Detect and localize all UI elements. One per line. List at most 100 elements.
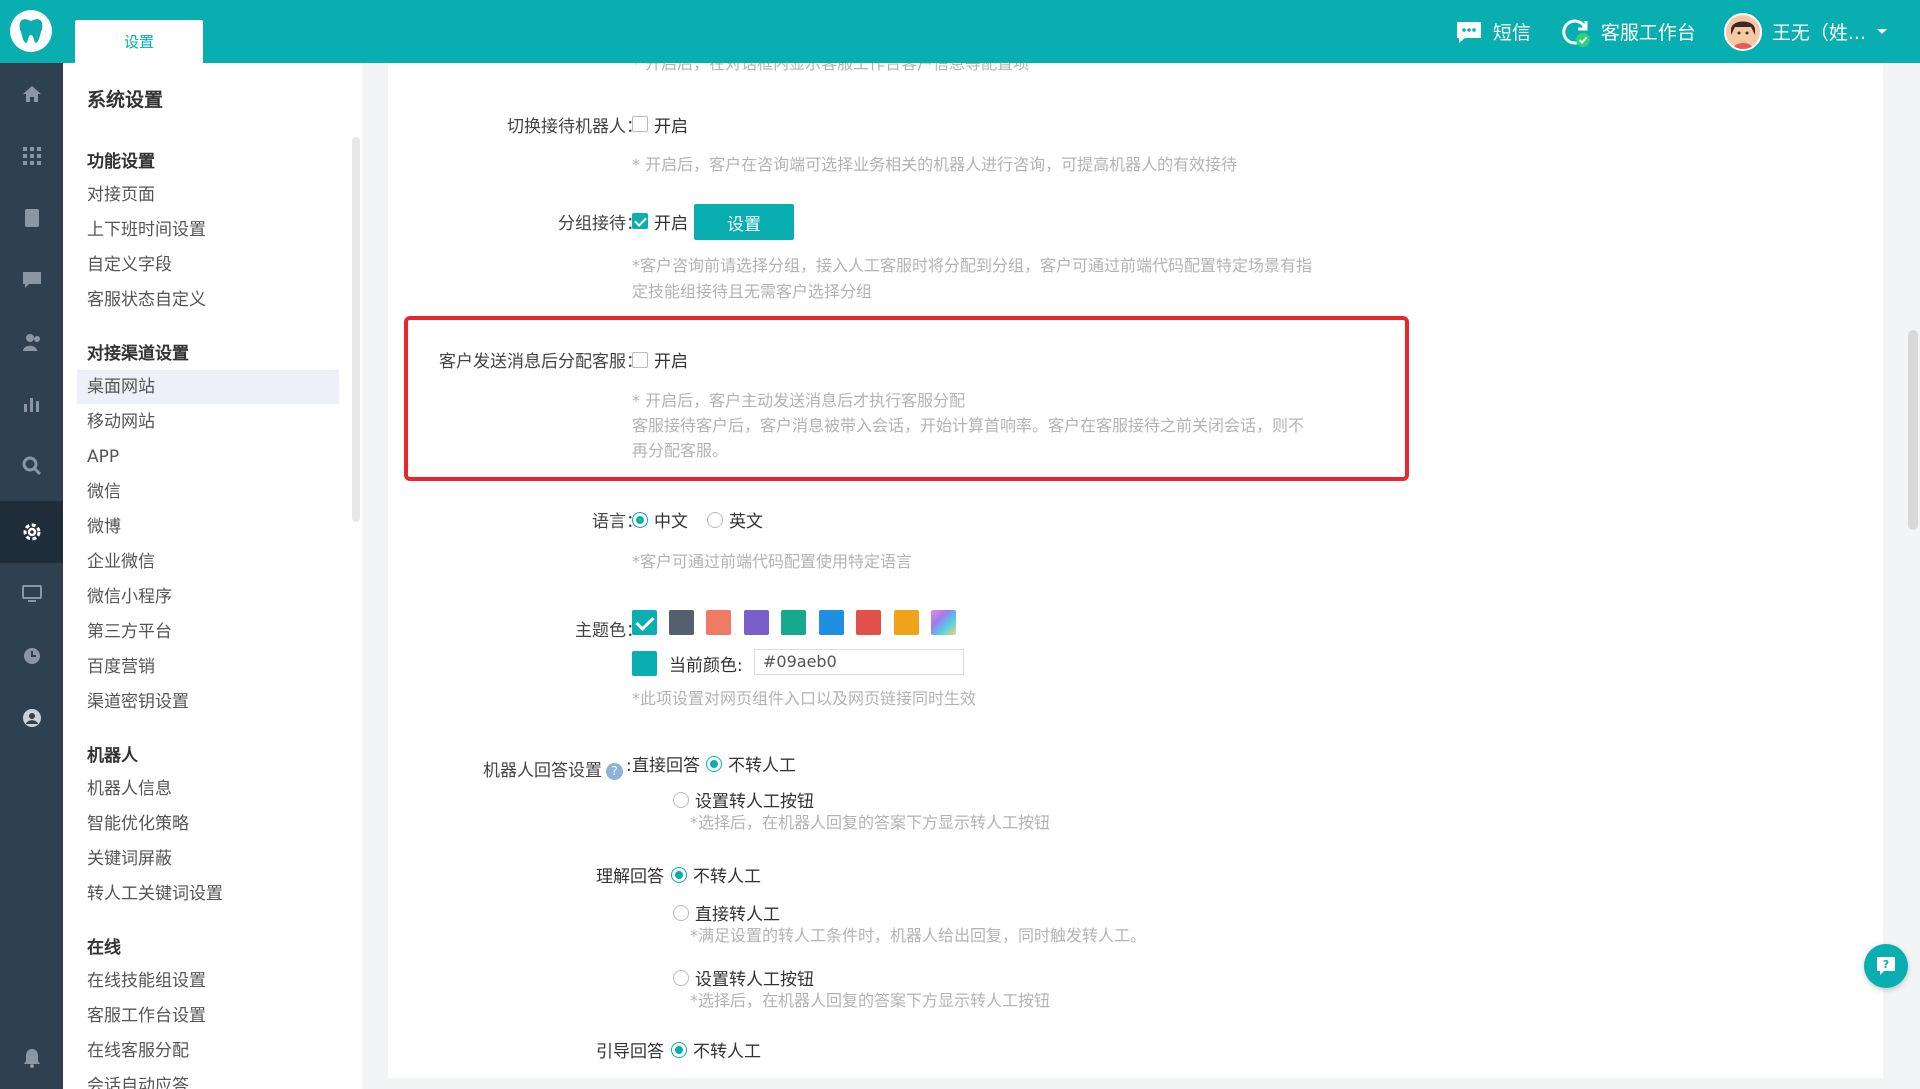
- help-chat-icon: ?: [1877, 957, 1895, 975]
- rail-account[interactable]: [0, 687, 63, 749]
- grid-icon: [22, 147, 41, 165]
- user-circle-icon: [22, 709, 41, 727]
- gear-icon: [23, 523, 40, 541]
- sidebar-item-skill-groups[interactable]: 在线技能组设置: [77, 964, 339, 998]
- users-icon: [22, 334, 40, 351]
- sidebar-item-custom-fields[interactable]: 自定义字段: [77, 248, 339, 282]
- help-icon[interactable]: ?: [606, 762, 623, 780]
- theme-swatch-coral[interactable]: [706, 610, 731, 635]
- language-option-english: 英文: [729, 512, 763, 532]
- sidebar-item-app[interactable]: APP: [77, 440, 339, 474]
- rail-stats[interactable]: [0, 373, 63, 435]
- switch-robot-checkbox[interactable]: [632, 116, 648, 132]
- theme-swatch-blue[interactable]: [819, 610, 844, 635]
- workbench-button[interactable]: 客服工作台: [1559, 16, 1696, 48]
- language-hint: *客户可通过前端代码配置使用特定语言: [632, 552, 913, 571]
- sidebar-item-weibo[interactable]: 微博: [77, 510, 339, 544]
- rail-settings[interactable]: [0, 501, 63, 563]
- direct-no-transfer-option: 不转人工: [728, 756, 796, 776]
- direct-answer-label: 直接回答: [632, 756, 700, 776]
- theme-swatch-orange[interactable]: [894, 610, 919, 635]
- rail-contacts[interactable]: [0, 311, 63, 373]
- rail-records[interactable]: [0, 187, 63, 249]
- group-reception-hint-2: 定技能组接待且无需客户选择分组: [632, 282, 873, 301]
- sidebar-item-channel-keys[interactable]: 渠道密钥设置: [77, 685, 339, 719]
- robot-reply-label: 机器人回答设置?: [388, 756, 623, 781]
- sidebar-item-integration-page[interactable]: 对接页面: [77, 178, 339, 212]
- current-color-preview: [632, 651, 657, 676]
- theme-swatch-gradient[interactable]: [931, 610, 956, 635]
- theme-swatch-red[interactable]: [856, 610, 881, 635]
- direct-transfer-button-hint: *选择后，在机器人回复的答案下方显示转人工按钮: [690, 813, 1051, 832]
- theme-color-label: 主题色：: [575, 621, 643, 641]
- sidebar-scrollbar[interactable]: [352, 137, 360, 522]
- rail-notifications[interactable]: [0, 1027, 63, 1089]
- page-scrollbar[interactable]: [1908, 330, 1918, 530]
- group-reception-hint-1: *客户咨询前请选择分组，接入人工客服时将分配到分组，客户可通过前端代码配置特定场…: [632, 256, 1313, 275]
- sidebar-item-work-hours[interactable]: 上下班时间设置: [77, 213, 339, 247]
- rail-apps[interactable]: [0, 125, 63, 187]
- clock-icon: [23, 648, 40, 664]
- sidebar-item-baidu-marketing[interactable]: 百度营销: [77, 650, 339, 684]
- document-icon: [24, 209, 39, 227]
- avatar: [1723, 12, 1762, 51]
- rail-timer[interactable]: [0, 625, 63, 687]
- group-reception-checkbox[interactable]: [632, 213, 648, 229]
- understand-answer-label: 理解回答: [596, 867, 664, 887]
- direct-no-transfer-radio[interactable]: [706, 756, 722, 772]
- user-name: 王无（姓...: [1771, 22, 1866, 44]
- understand-direct-transfer-hint: *满足设置的转人工条件时，机器人给出回复，同时触发转人工。: [690, 926, 1147, 945]
- direct-transfer-button-radio[interactable]: [673, 792, 689, 808]
- theme-swatch-teal[interactable]: [632, 610, 657, 635]
- sidebar-item-workbench-settings[interactable]: 客服工作台设置: [77, 999, 339, 1033]
- rail-monitor[interactable]: [0, 563, 63, 625]
- guide-no-transfer-radio[interactable]: [671, 1042, 687, 1058]
- current-color-input[interactable]: #09aeb0: [754, 649, 964, 675]
- understand-transfer-button-hint: *选择后，在机器人回复的答案下方显示转人工按钮: [690, 991, 1051, 1010]
- floating-help-button[interactable]: ?: [1864, 944, 1908, 988]
- sidebar-item-transfer-keywords[interactable]: 转人工关键词设置: [77, 877, 339, 911]
- assign-after-message-checkbox[interactable]: [632, 352, 648, 368]
- message-icon: [1456, 21, 1481, 43]
- theme-swatch-purple[interactable]: [744, 610, 769, 635]
- rail-search[interactable]: [0, 435, 63, 497]
- sms-button[interactable]: 短信: [1455, 18, 1531, 45]
- refresh-status-icon: [1562, 19, 1590, 47]
- user-menu[interactable]: 王无（姓...: [1723, 12, 1888, 51]
- group-reception-label: 分组接待：: [558, 214, 643, 234]
- sidebar-item-wecom[interactable]: 企业微信: [77, 545, 339, 579]
- sidebar-item-mobile-web[interactable]: 移动网站: [77, 405, 339, 439]
- rail-chat[interactable]: [0, 249, 63, 311]
- understand-transfer-button-radio[interactable]: [673, 970, 689, 986]
- sidebar-item-optimization[interactable]: 智能优化策略: [77, 807, 339, 841]
- theme-swatch-green[interactable]: [781, 610, 806, 635]
- group-settings-button[interactable]: 设置: [694, 204, 794, 240]
- sidebar-item-mini-program[interactable]: 微信小程序: [77, 580, 339, 614]
- app-logo[interactable]: [10, 10, 52, 52]
- sidebar-item-third-party[interactable]: 第三方平台: [77, 615, 339, 649]
- sidebar-item-agent-assignment[interactable]: 在线客服分配: [77, 1034, 339, 1068]
- sidebar-item-auto-reply[interactable]: 会话自动应答: [77, 1069, 339, 1089]
- understand-direct-transfer-radio[interactable]: [673, 905, 689, 921]
- sidebar-item-desktop-web[interactable]: 桌面网站: [77, 370, 339, 404]
- group-online: 在线: [87, 938, 121, 958]
- sidebar-item-agent-status[interactable]: 客服状态自定义: [77, 283, 339, 317]
- bell-icon: [23, 1049, 40, 1068]
- theme-swatch-slate[interactable]: [669, 610, 694, 635]
- icon-rail: [0, 63, 63, 1089]
- guide-answer-label: 引导回答: [596, 1042, 664, 1062]
- understand-no-transfer-radio[interactable]: [671, 867, 687, 883]
- bar-chart-icon: [23, 398, 39, 412]
- language-radio-chinese[interactable]: [632, 512, 648, 528]
- language-radio-english[interactable]: [707, 512, 723, 528]
- sidebar-item-keyword-block[interactable]: 关键词屏蔽: [77, 842, 339, 876]
- direct-transfer-button-option: 设置转人工按钮: [695, 792, 814, 812]
- theme-color-hint: *此项设置对网页组件入口以及网页链接同时生效: [632, 689, 977, 708]
- sidebar-title: 系统设置: [87, 89, 164, 111]
- tab-settings[interactable]: 设置: [75, 20, 203, 63]
- understand-no-transfer-option: 不转人工: [693, 867, 761, 887]
- rail-home[interactable]: [0, 63, 63, 125]
- sidebar-item-wechat[interactable]: 微信: [77, 475, 339, 509]
- sidebar-item-robot-info[interactable]: 机器人信息: [77, 772, 339, 806]
- language-option-chinese: 中文: [654, 512, 688, 532]
